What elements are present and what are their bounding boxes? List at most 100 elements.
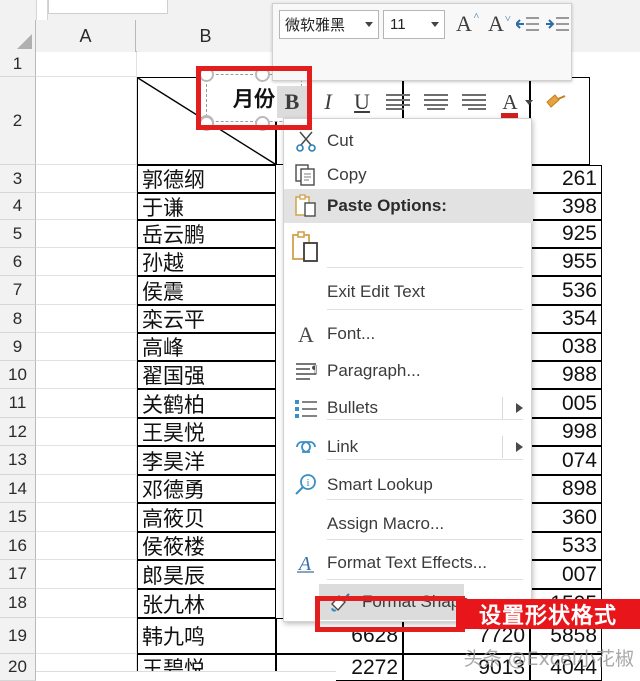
shrink-font-icon[interactable]: A ˅ [481, 8, 511, 40]
cell-b19[interactable]: 韩九鸣 [137, 618, 276, 654]
cell-a10[interactable] [36, 361, 137, 389]
chevron-down-icon[interactable] [365, 22, 373, 27]
cell-a13[interactable] [36, 446, 137, 475]
cell-b18[interactable]: 张九林 [137, 589, 276, 618]
font-name-combo[interactable]: 微软雅黑 [279, 10, 379, 39]
menu-item-assign-macro[interactable]: Assign Macro... [284, 505, 533, 543]
cell-a11[interactable] [36, 389, 137, 418]
cell-value-row-10[interactable]: 988 [530, 361, 602, 389]
row-header-19[interactable]: 19 [0, 618, 36, 654]
cell-value-row-8[interactable]: 354 [530, 305, 602, 333]
cell-value-row-5[interactable]: 925 [530, 220, 602, 248]
menu-item-link[interactable]: Link [284, 428, 533, 466]
row-header-7[interactable]: 7 [0, 276, 36, 305]
cell-a15[interactable] [36, 503, 137, 532]
grow-font-icon[interactable]: A ^ [449, 8, 479, 40]
mini-format-toolbar[interactable]: 微软雅黑 11 A ^ A ˅ B I U A [272, 3, 573, 118]
context-menu[interactable]: Cut Copy Paste Options: Exit Edit Text A Font… [283, 118, 533, 622]
cell-b6[interactable]: 孙越 [137, 248, 276, 276]
row-header-8[interactable]: 8 [0, 305, 36, 333]
menu-item-format-text-effects[interactable]: A Format Text Effects... [284, 544, 533, 582]
cell-a2[interactable] [36, 77, 137, 165]
cell-b16[interactable]: 侯筱楼 [137, 532, 276, 560]
increase-indent-icon[interactable] [543, 8, 573, 40]
cell-value-row-7[interactable]: 536 [530, 276, 602, 305]
chevron-right-icon[interactable] [516, 442, 523, 452]
row-header-16[interactable]: 16 [0, 532, 36, 560]
cell-a5[interactable] [36, 220, 137, 248]
menu-item-paragraph[interactable]: ¶ Paragraph... [284, 352, 533, 390]
menu-item-paste-options[interactable]: Paste Options: [284, 189, 533, 223]
cell-value-row-6[interactable]: 955 [530, 248, 602, 276]
cell-b13[interactable]: 李昊洋 [137, 446, 276, 475]
cell-value-row-9[interactable]: 038 [530, 333, 602, 361]
font-size-combo[interactable]: 11 [383, 10, 445, 39]
row-header-10[interactable]: 10 [0, 361, 36, 389]
bottom-scroll-stub[interactable] [36, 671, 336, 681]
cell-a17[interactable] [36, 560, 137, 589]
cell-value-row-14[interactable]: 898 [530, 475, 602, 503]
cell-b4[interactable]: 于谦 [137, 193, 276, 220]
row-header-4[interactable]: 4 [0, 193, 36, 220]
align-center-button[interactable] [421, 86, 451, 118]
select-all-corner[interactable] [0, 20, 36, 52]
cell-b11[interactable]: 关鹤柏 [137, 389, 276, 418]
row-header-12[interactable]: 12 [0, 418, 36, 446]
cell-a4[interactable] [36, 193, 137, 220]
cell-a6[interactable] [36, 248, 137, 276]
row-header-9[interactable]: 9 [0, 333, 36, 361]
cell-a7[interactable] [36, 276, 137, 305]
cell-value-row-15[interactable]: 360 [530, 503, 602, 532]
cell-a16[interactable] [36, 532, 137, 560]
row-header-15[interactable]: 15 [0, 503, 36, 532]
cell-value-row-4[interactable]: 398 [530, 193, 602, 220]
row-header-20[interactable]: 20 [0, 654, 36, 681]
row-header-5[interactable]: 5 [0, 220, 36, 248]
row-header-14[interactable]: 14 [0, 475, 36, 503]
font-color-dropdown[interactable] [521, 86, 537, 118]
cell-a14[interactable] [36, 475, 137, 503]
cell-a18[interactable] [36, 589, 137, 618]
cell-b15[interactable]: 高筱贝 [137, 503, 276, 532]
cell-b12[interactable]: 王昊悦 [137, 418, 276, 446]
chevron-down-icon[interactable] [431, 22, 439, 27]
cell-b9[interactable]: 高峰 [137, 333, 276, 361]
cell-a12[interactable] [36, 418, 137, 446]
cell-value-row-11[interactable]: 005 [530, 389, 602, 418]
format-painter-button[interactable] [541, 86, 571, 118]
italic-button[interactable]: I [313, 86, 343, 118]
cell-b14[interactable]: 邓德勇 [137, 475, 276, 503]
menu-item-font[interactable]: A Font... [284, 315, 533, 353]
menu-item-cut[interactable]: Cut [284, 122, 533, 160]
row-header-2[interactable]: 2 [0, 77, 36, 165]
row-header-13[interactable]: 13 [0, 446, 36, 475]
cell-value-row-13[interactable]: 074 [530, 446, 602, 475]
cell-b8[interactable]: 栾云平 [137, 305, 276, 333]
cell-a3[interactable] [36, 165, 137, 193]
cell-value-row-16[interactable]: 533 [530, 532, 602, 560]
menu-item-exit-edit-text[interactable]: Exit Edit Text [284, 273, 533, 311]
row-header-18[interactable]: 18 [0, 589, 36, 618]
cell-b5[interactable]: 岳云鹏 [137, 220, 276, 248]
row-header-3[interactable]: 3 [0, 165, 36, 193]
chevron-right-icon[interactable] [516, 403, 523, 413]
underline-button[interactable]: U [347, 86, 377, 118]
row-header-1[interactable]: 1 [0, 52, 36, 77]
cell-value-row-3[interactable]: 261 [530, 165, 602, 193]
decrease-indent-icon[interactable] [513, 8, 543, 40]
cell-a9[interactable] [36, 333, 137, 361]
column-header-b[interactable]: B [137, 20, 275, 52]
column-header-a[interactable]: A [36, 20, 136, 52]
cell-a1[interactable] [36, 52, 137, 77]
row-header-17[interactable]: 17 [0, 560, 36, 589]
chevron-down-icon[interactable] [525, 99, 533, 105]
menu-item-paste-option-icon[interactable] [284, 223, 533, 271]
cell-a8[interactable] [36, 305, 137, 333]
row-header-11[interactable]: 11 [0, 389, 36, 418]
align-left-button[interactable] [383, 86, 413, 118]
cell-b10[interactable]: 翟国强 [137, 361, 276, 389]
cell-a19[interactable] [36, 618, 137, 654]
menu-item-bullets[interactable]: Bullets [284, 389, 533, 427]
align-right-button[interactable] [459, 86, 489, 118]
cell-value-row-12[interactable]: 998 [530, 418, 602, 446]
